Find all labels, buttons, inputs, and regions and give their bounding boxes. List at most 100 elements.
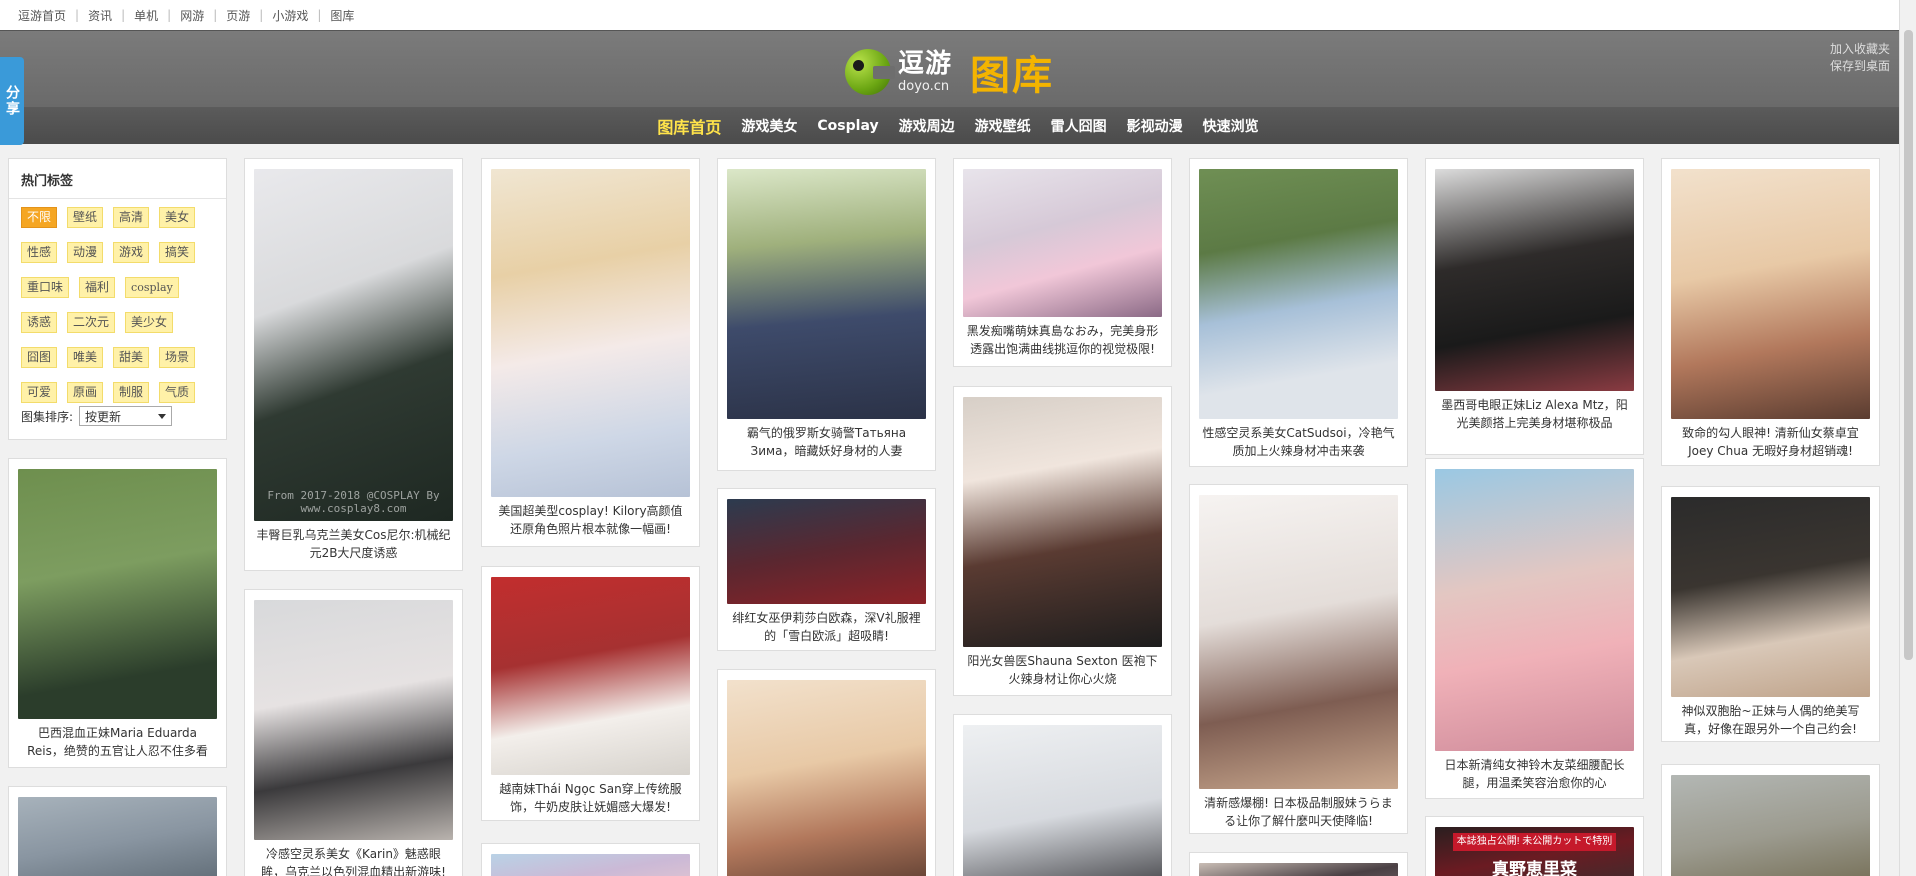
card-caption[interactable]: 丰臀巨乳乌克兰美女Cos尼尔:机械纪元2B大尺度诱惑 (254, 521, 453, 570)
topnav-home[interactable]: 逗游首页 (18, 7, 66, 24)
card-image[interactable] (491, 854, 690, 876)
gallery-card[interactable] (717, 669, 936, 876)
card-image[interactable] (1671, 775, 1870, 876)
card-image[interactable] (254, 600, 453, 840)
card-image[interactable] (1671, 169, 1870, 419)
topnav-online[interactable]: 网游 (180, 7, 204, 24)
scrollbar-thumb[interactable] (1904, 30, 1913, 660)
card-image[interactable] (727, 680, 926, 876)
card-caption[interactable]: 巴西混血正妹Maria Eduarda Reis，绝赞的五官让人忍不住多看 (18, 719, 217, 768)
tag-item[interactable]: 唯美 (67, 347, 104, 368)
card-image[interactable] (1199, 863, 1398, 876)
tag-item[interactable]: 高清 (113, 207, 150, 228)
card-image[interactable] (963, 397, 1162, 647)
nav-game-wallpapers[interactable]: 游戏壁纸 (965, 116, 1041, 136)
topnav-webgame[interactable]: 页游 (226, 7, 250, 24)
tag-item[interactable]: 场景 (159, 347, 196, 368)
nav-funny-pics[interactable]: 雷人囧图 (1041, 116, 1117, 136)
topnav-single[interactable]: 单机 (134, 7, 158, 24)
gallery-card[interactable] (1661, 764, 1880, 876)
topnav-minigame[interactable]: 小游戏 (272, 7, 308, 24)
card-caption[interactable]: 清新感爆棚! 日本极品制服妹うらまる让你了解什麼叫天使降临! (1199, 789, 1398, 838)
nav-cosplay[interactable]: Cosplay (807, 118, 888, 134)
card-image[interactable] (491, 577, 690, 775)
card-caption[interactable]: 霸气的俄罗斯女骑警Татьяна Зима，暗藏妖好身材的人妻 (727, 419, 926, 468)
card-image[interactable] (727, 169, 926, 419)
tag-item[interactable]: 动漫 (67, 242, 104, 263)
tag-item[interactable]: 二次元 (67, 312, 116, 333)
nav-game-girls[interactable]: 游戏美女 (731, 116, 807, 136)
card-image[interactable] (1435, 169, 1634, 391)
gallery-card[interactable]: 清新感爆棚! 日本极品制服妹うらまる让你了解什麼叫天使降临! (1189, 484, 1408, 834)
card-image[interactable] (727, 499, 926, 604)
tag-item[interactable]: 重口味 (21, 277, 70, 298)
gallery-card[interactable]: 日本新清纯女神铃木友菜细腰配长腿，用温柔笑容治愈你的心 (1425, 458, 1644, 799)
card-image[interactable] (491, 169, 690, 497)
add-bookmark-link[interactable]: 加入收藏夹 (1830, 41, 1890, 58)
card-image[interactable] (1435, 469, 1634, 751)
gallery-card[interactable] (8, 786, 227, 876)
gallery-card[interactable]: 霸气的俄罗斯女骑警Татьяна Зима，暗藏妖好身材的人妻 (717, 158, 936, 471)
gallery-card[interactable]: 黑发痴嘴萌妹真島なおみ，完美身形透露出饱满曲线挑逗你的视觉极限! (953, 158, 1172, 367)
tag-item[interactable]: 气质 (159, 382, 196, 403)
card-caption[interactable]: 越南妹Thái Ngọc San穿上传统服饰，牛奶皮肤让妩媚感大爆发! (491, 775, 690, 824)
card-caption[interactable]: 墨西哥电眼正妹Liz Alexa Mtz，阳光美颜搭上完美身材堪称极品 (1435, 391, 1634, 440)
card-caption[interactable]: 绯红女巫伊莉莎白欧森，深V礼服裡的「雪白欧派」超吸睛! (727, 604, 926, 653)
gallery-card[interactable]: From 2017-2018 @COSPLAY By www.cosplay8.… (244, 158, 463, 571)
topnav-news[interactable]: 资讯 (88, 7, 112, 24)
card-image[interactable] (963, 169, 1162, 317)
tag-item[interactable]: 性感 (21, 242, 58, 263)
nav-film-anime[interactable]: 影视动漫 (1117, 116, 1193, 136)
card-image[interactable] (18, 797, 217, 876)
tag-item[interactable]: 搞笑 (159, 242, 196, 263)
tag-item[interactable]: 可爱 (21, 382, 58, 403)
nav-quick-browse[interactable]: 快速浏览 (1193, 116, 1269, 136)
nav-gallery-home[interactable]: 图库首页 (647, 114, 731, 138)
tag-item[interactable]: 诱惑 (21, 312, 58, 333)
card-caption[interactable]: 致命的勾人眼神! 清新仙女蔡卓宜Joey Chua 无暇好身材超销魂! (1671, 419, 1870, 468)
page-scrollbar[interactable] (1899, 0, 1916, 876)
card-image[interactable] (1199, 495, 1398, 789)
tag-item[interactable]: cosplay (125, 277, 179, 298)
card-image[interactable] (18, 469, 217, 719)
sort-select[interactable]: 按更新 (79, 406, 173, 426)
card-image[interactable]: 本誌独占公開! 未公開カットで特別 真野恵里菜 (1435, 827, 1634, 876)
gallery-card[interactable] (481, 843, 700, 876)
gallery-card[interactable]: 本誌独占公開! 未公開カットで特別 真野恵里菜 (1425, 816, 1644, 876)
share-tab[interactable]: 分享 (0, 57, 24, 145)
card-caption[interactable]: 冷感空灵系美女《Karin》魅惑眼眸，乌克兰以色列混血精出新游味! (254, 840, 453, 876)
tag-item[interactable]: 不限 (21, 207, 58, 228)
gallery-card[interactable]: 神似双胞胎~正妹与人偶的绝美写真，好像在跟另外一个自己约会! (1661, 486, 1880, 742)
card-caption[interactable]: 神似双胞胎~正妹与人偶的绝美写真，好像在跟另外一个自己约会! (1671, 697, 1870, 746)
tag-item[interactable]: 原画 (67, 382, 104, 403)
gallery-card[interactable]: 致命的勾人眼神! 清新仙女蔡卓宜Joey Chua 无暇好身材超销魂! (1661, 158, 1880, 466)
gallery-card[interactable] (953, 714, 1172, 876)
tag-item[interactable]: 囧图 (21, 347, 58, 368)
gallery-card[interactable]: 美国超美型cosplay! Kilory高颜值还原角色照片根本就像一幅画! (481, 158, 700, 547)
card-image[interactable] (1199, 169, 1398, 419)
card-image[interactable]: From 2017-2018 @COSPLAY By www.cosplay8.… (254, 169, 453, 521)
gallery-card[interactable]: 巴西混血正妹Maria Eduarda Reis，绝赞的五官让人忍不住多看 (8, 458, 227, 768)
tag-item[interactable]: 壁纸 (67, 207, 104, 228)
gallery-card[interactable] (1189, 852, 1408, 876)
gallery-card[interactable]: 绯红女巫伊莉莎白欧森，深V礼服裡的「雪白欧派」超吸睛! (717, 488, 936, 651)
tag-item[interactable]: 甜美 (113, 347, 150, 368)
save-desktop-link[interactable]: 保存到桌面 (1830, 58, 1890, 75)
card-image[interactable] (963, 725, 1162, 876)
tag-item[interactable]: 福利 (79, 277, 116, 298)
site-logo[interactable]: 逗游 doyo.cn 图库 (845, 43, 1054, 101)
gallery-card[interactable]: 冷感空灵系美女《Karin》魅惑眼眸，乌克兰以色列混血精出新游味! (244, 589, 463, 876)
card-caption[interactable]: 阳光女兽医Shauna Sexton 医袍下火辣身材让你心火烧 (963, 647, 1162, 696)
nav-game-merch[interactable]: 游戏周边 (889, 116, 965, 136)
tag-item[interactable]: 美女 (159, 207, 196, 228)
card-image[interactable] (1671, 497, 1870, 697)
topnav-gallery[interactable]: 图库 (330, 7, 354, 24)
gallery-card[interactable]: 阳光女兽医Shauna Sexton 医袍下火辣身材让你心火烧 (953, 386, 1172, 696)
tag-item[interactable]: 制服 (113, 382, 150, 403)
card-caption[interactable]: 美国超美型cosplay! Kilory高颜值还原角色照片根本就像一幅画! (491, 497, 690, 546)
card-caption[interactable]: 性感空灵系美女CatSudsoi，冷艳气质加上火辣身材冲击来袭 (1199, 419, 1398, 468)
gallery-card[interactable]: 性感空灵系美女CatSudsoi，冷艳气质加上火辣身材冲击来袭 (1189, 158, 1408, 467)
card-caption[interactable]: 黑发痴嘴萌妹真島なおみ，完美身形透露出饱满曲线挑逗你的视觉极限! (963, 317, 1162, 366)
tag-item[interactable]: 游戏 (113, 242, 150, 263)
gallery-card[interactable]: 墨西哥电眼正妹Liz Alexa Mtz，阳光美颜搭上完美身材堪称极品 (1425, 158, 1644, 455)
